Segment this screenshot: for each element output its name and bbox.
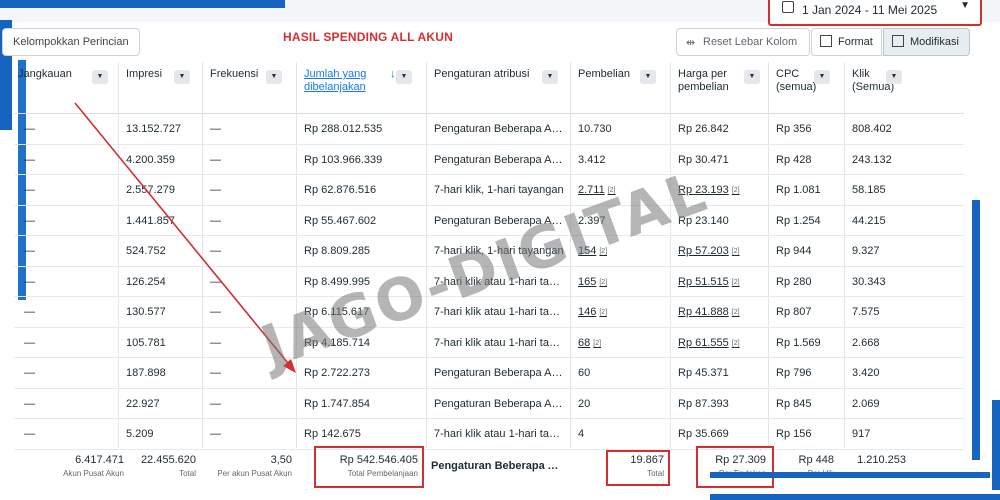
- decorative-bar-right-outer: [992, 400, 1000, 490]
- decorative-bar-bottom-inner: [710, 472, 990, 478]
- decorative-bar-bottom: [710, 494, 1000, 500]
- decorative-bar-right: [972, 200, 980, 460]
